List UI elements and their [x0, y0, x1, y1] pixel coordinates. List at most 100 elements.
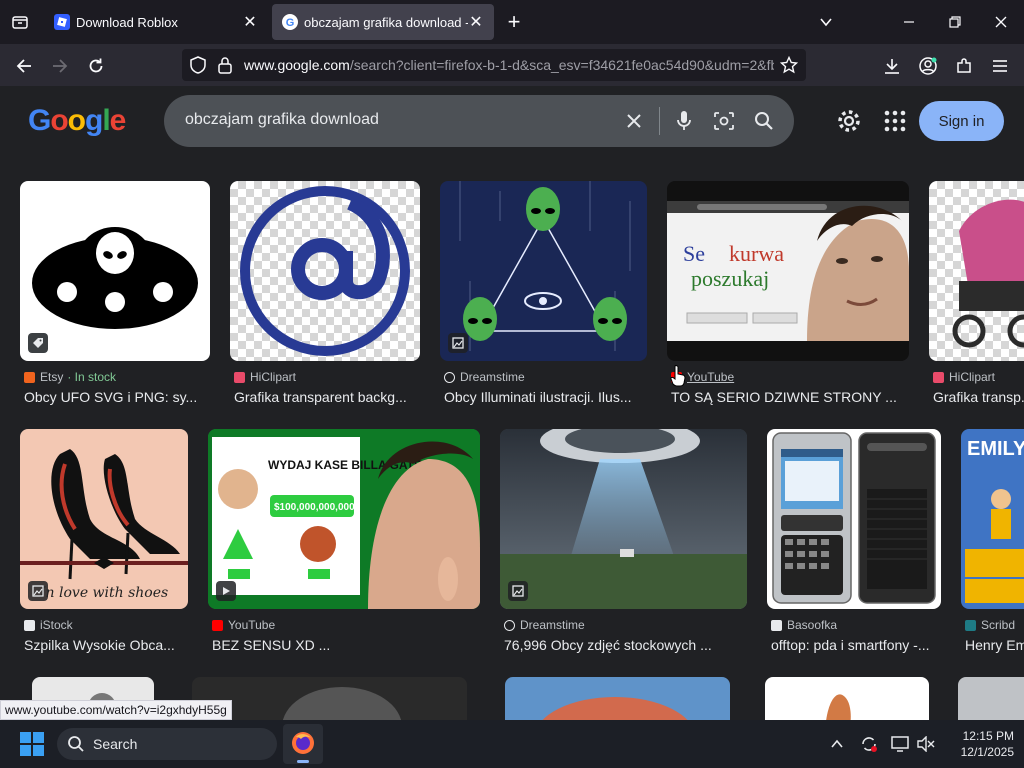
result-caption[interactable]: Obcy Illuminati ilustracji. Ilus... — [444, 389, 647, 405]
result-caption[interactable]: TO SĄ SERIO DZIWNE STRONY ... — [671, 389, 909, 405]
settings-gear-icon[interactable] — [836, 108, 862, 134]
result-caption[interactable]: offtop: pda i smartfony -... — [771, 637, 941, 653]
firefox-taskbar-button[interactable] — [283, 724, 323, 764]
google-logo[interactable]: Google — [28, 104, 127, 138]
result-thumbnail[interactable] — [440, 181, 647, 361]
logo-letter: l — [102, 104, 110, 137]
image-result[interactable] — [765, 677, 929, 720]
bookmark-star-icon[interactable] — [779, 55, 799, 79]
dreamstime-icon — [504, 619, 515, 631]
microphone-icon[interactable] — [672, 109, 696, 133]
lock-icon[interactable] — [218, 56, 232, 79]
shield-icon[interactable] — [190, 56, 206, 79]
result-thumbnail[interactable] — [20, 181, 210, 361]
tab-title: obczajam grafika download - Google — [304, 14, 468, 30]
volume-muted-icon[interactable] — [916, 734, 936, 754]
logo-letter: e — [109, 104, 127, 137]
forward-arrow-icon[interactable] — [46, 52, 74, 80]
minimize-icon[interactable] — [895, 8, 923, 36]
sign-in-button[interactable]: Sign in — [919, 101, 1004, 141]
image-icon — [448, 333, 468, 353]
close-tab-icon[interactable]: ✕ — [468, 14, 484, 31]
image-result[interactable]: WYDAJ KASE BILLA GATESA $100,000,000,000… — [208, 429, 480, 659]
close-window-icon[interactable] — [987, 8, 1015, 36]
result-caption[interactable]: Grafika transparent backg... — [234, 389, 420, 405]
source-name: HiClipart — [949, 370, 996, 384]
image-result[interactable] — [958, 677, 1024, 720]
back-arrow-icon[interactable] — [10, 52, 38, 80]
result-thumbnail[interactable]: Se kurwa poszukaj — [667, 181, 909, 361]
source-name: YouTube — [228, 618, 276, 632]
image-result[interactable]: EMILY Scribd Henry Em... — [961, 429, 1024, 659]
sync-icon[interactable] — [859, 734, 879, 754]
stock-status: · In stock — [67, 370, 117, 384]
image-result[interactable] — [505, 677, 730, 720]
image-result[interactable]: Se kurwa poszukaj YouTube TO SĄ SERIO DZ… — [667, 181, 909, 411]
chevron-up-icon[interactable] — [827, 734, 847, 754]
navigation-bar: www.google.com/search?client=firefox-b-1… — [0, 44, 1024, 86]
url-text[interactable]: www.google.com/search?client=firefox-b-1… — [244, 57, 774, 73]
search-box[interactable]: obczajam grafika download — [164, 95, 794, 147]
roblox-icon — [54, 14, 70, 30]
source-name: HiClipart — [250, 370, 297, 384]
close-tab-icon[interactable]: ✕ — [242, 14, 258, 31]
taskbar-clock[interactable]: 12:15 PM 12/1/2025 — [944, 728, 1014, 760]
image-result[interactable]: HiClipart Grafika transparent backg... — [230, 181, 420, 411]
address-bar[interactable]: www.google.com/search?client=firefox-b-1… — [182, 49, 806, 81]
result-thumbnail[interactable] — [929, 181, 1024, 361]
result-caption[interactable]: Szpilka Wysokie Obca... — [24, 637, 188, 653]
account-icon[interactable] — [914, 52, 942, 80]
extensions-icon[interactable] — [950, 52, 978, 80]
image-result[interactable] — [192, 677, 467, 720]
image-result[interactable]: HiClipart Grafika transp... — [929, 181, 1024, 411]
result-thumbnail[interactable] — [500, 429, 747, 609]
scribd-icon — [965, 619, 976, 631]
source-name: Basoofka — [787, 618, 838, 632]
thumb-title-2: kurwa — [729, 241, 784, 266]
image-icon — [508, 581, 528, 601]
search-icon[interactable] — [752, 109, 776, 133]
tab-google-search[interactable]: G obczajam grafika download - Google ✕ — [272, 4, 494, 40]
google-apps-icon[interactable] — [882, 108, 908, 134]
result-caption[interactable]: Henry Em... — [965, 637, 1024, 653]
downloads-icon[interactable] — [878, 52, 906, 80]
image-result[interactable]: In love with shoes iStock Szpilka Wysoki… — [20, 429, 188, 659]
result-caption[interactable]: Obcy UFO SVG i PNG: sy... — [24, 389, 210, 405]
reload-icon[interactable] — [82, 52, 110, 80]
result-thumbnail[interactable]: In love with shoes — [20, 429, 188, 609]
result-caption[interactable]: Grafika transp... — [933, 389, 1024, 405]
tab-download-roblox[interactable]: Download Roblox ✕ — [44, 4, 268, 40]
result-thumbnail[interactable]: WYDAJ KASE BILLA GATESA $100,000,000,000 — [208, 429, 480, 609]
result-caption[interactable]: 76,996 Obcy zdjęć stockowych ... — [504, 637, 747, 653]
lens-camera-icon[interactable] — [712, 109, 736, 133]
result-source: Dreamstime — [504, 618, 585, 632]
image-result[interactable]: Etsy · In stock Obcy UFO SVG i PNG: sy... — [20, 181, 210, 411]
taskbar-search-box[interactable]: Search — [57, 728, 277, 760]
restore-icon[interactable] — [941, 8, 969, 36]
windows-start-icon[interactable] — [20, 732, 44, 756]
image-result[interactable]: Basoofka offtop: pda i smartfony -... — [767, 429, 941, 659]
network-icon[interactable] — [890, 734, 910, 754]
image-result[interactable]: Dreamstime Obcy Illuminati ilustracji. I… — [440, 181, 647, 411]
result-source: Basoofka — [771, 618, 837, 632]
result-source: Scribd — [965, 618, 1015, 632]
result-thumbnail[interactable] — [767, 429, 941, 609]
result-thumbnail[interactable]: EMILY — [961, 429, 1024, 609]
clear-search-icon[interactable] — [622, 109, 646, 133]
result-thumbnail[interactable] — [230, 181, 420, 361]
link-status-bar: www.youtube.com/watch?v=i2gxhdyH55g — [0, 700, 232, 720]
new-tab-icon[interactable]: + — [502, 9, 526, 34]
tab-list-icon[interactable] — [8, 10, 32, 34]
result-thumbnail[interactable] — [192, 677, 467, 720]
image-result[interactable]: Dreamstime 76,996 Obcy zdjęć stockowych … — [500, 429, 747, 659]
result-caption[interactable]: BEZ SENSU XD ... — [212, 637, 480, 653]
menu-hamburger-icon[interactable] — [986, 52, 1014, 80]
result-thumbnail[interactable] — [505, 677, 730, 720]
result-thumbnail[interactable] — [765, 677, 929, 720]
result-thumbnail[interactable] — [958, 677, 1024, 720]
source-name: Etsy — [40, 370, 64, 384]
svg-text:G: G — [286, 17, 295, 29]
chevron-down-icon[interactable] — [814, 10, 838, 34]
search-input[interactable]: obczajam grafika download — [185, 111, 379, 129]
source-name: Dreamstime — [520, 618, 585, 632]
